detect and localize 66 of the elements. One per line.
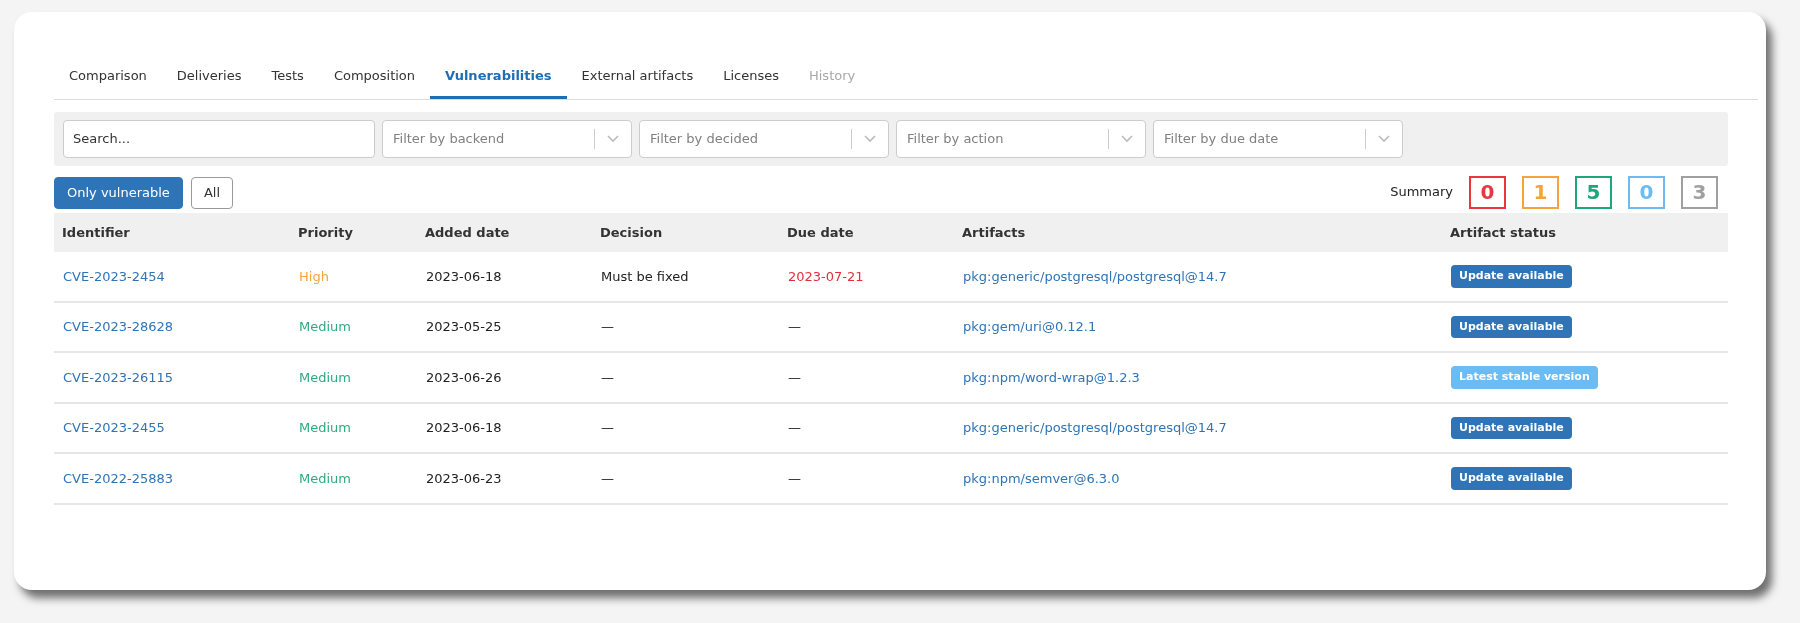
cve-link[interactable]: CVE-2022-25883 [63, 470, 173, 486]
decision-text: — [601, 319, 614, 334]
summary-count: 5 [1575, 175, 1612, 209]
cve-link[interactable]: CVE-2023-26115 [63, 369, 173, 385]
status-badge: Update available [1451, 467, 1572, 490]
cve-link[interactable]: CVE-2023-2455 [63, 420, 165, 435]
status-badge: Latest stable version [1451, 366, 1598, 389]
tab[interactable]: External artifacts [566, 56, 709, 99]
summary-count: 0 [1469, 175, 1506, 209]
date-text: 2023-06-26 [426, 369, 502, 385]
decision-text: — [601, 470, 614, 486]
chevron-down-icon [864, 134, 876, 143]
cve-link[interactable]: CVE-2023-2454 [63, 268, 165, 284]
tab[interactable]: Licenses [708, 56, 794, 99]
due-date-text: — [788, 420, 801, 435]
priority-text: High [299, 268, 329, 284]
date-text: 2023-06-18 [426, 268, 502, 284]
artifact-link[interactable]: pkg:gem/uri@0.12.1 [963, 319, 1097, 334]
artifact-link[interactable]: pkg:npm/semver@6.3.0 [963, 470, 1120, 486]
filter-toggle-button[interactable]: All [190, 177, 233, 209]
filter-dropdown[interactable]: Filter by backend [382, 119, 632, 158]
due-date-text: — [788, 470, 801, 486]
status-badge: Update available [1451, 315, 1572, 338]
status-badge: Update available [1451, 416, 1572, 439]
date-text: 2023-05-25 [426, 319, 502, 334]
due-date-text: 2023-07-21 [788, 268, 864, 284]
chevron-down-icon [1378, 134, 1390, 143]
priority-text: Medium [299, 369, 351, 385]
chevron-down-icon [607, 134, 619, 143]
filter-dropdown[interactable]: Filter by due date [1153, 119, 1403, 158]
column-header: Identifier [54, 212, 290, 252]
search-field[interactable]: Search... [63, 119, 375, 158]
decision-text: Must be fixed [601, 268, 689, 284]
chevron-down-icon [1121, 134, 1133, 143]
tab[interactable]: Deliveries [161, 56, 257, 99]
due-date-text: — [788, 319, 801, 334]
filter-toggle-button[interactable]: Only vulnerable [54, 177, 183, 209]
artifact-link[interactable]: pkg:generic/postgresql/postgresql@14.7 [963, 420, 1227, 435]
summary-label: Summary [1390, 183, 1453, 202]
column-header: Decision [592, 212, 779, 252]
column-header: Added date [417, 212, 592, 252]
filter-dropdown[interactable]: Filter by decided [639, 119, 889, 158]
status-badge: Update available [1451, 265, 1572, 288]
priority-text: Medium [299, 319, 351, 334]
filter-dropdown[interactable]: Filter by action [896, 119, 1146, 158]
decision-text: — [601, 420, 614, 435]
column-header: Due date [779, 212, 954, 252]
priority-text: Medium [299, 420, 351, 435]
column-header: Priority [290, 212, 417, 252]
tab[interactable]: Composition [318, 56, 431, 99]
tab[interactable]: Vulnerabilities [430, 56, 567, 99]
tab[interactable]: Tests [256, 56, 319, 99]
cve-link[interactable]: CVE-2023-28628 [63, 319, 173, 334]
summary-count: 0 [1628, 175, 1665, 209]
column-header: Artifacts [954, 212, 1442, 252]
artifact-link[interactable]: pkg:npm/word-wrap@1.2.3 [963, 369, 1140, 385]
decision-text: — [601, 369, 614, 385]
summary-count: 1 [1522, 175, 1559, 209]
summary-count: 3 [1681, 175, 1718, 209]
date-text: 2023-06-18 [426, 420, 502, 435]
artifact-link[interactable]: pkg:generic/postgresql/postgresql@14.7 [963, 268, 1227, 284]
column-header: Artifact status [1442, 212, 1728, 252]
date-text: 2023-06-23 [426, 470, 502, 486]
tab[interactable]: Comparison [54, 56, 162, 99]
priority-text: Medium [299, 470, 351, 486]
due-date-text: — [788, 369, 801, 385]
